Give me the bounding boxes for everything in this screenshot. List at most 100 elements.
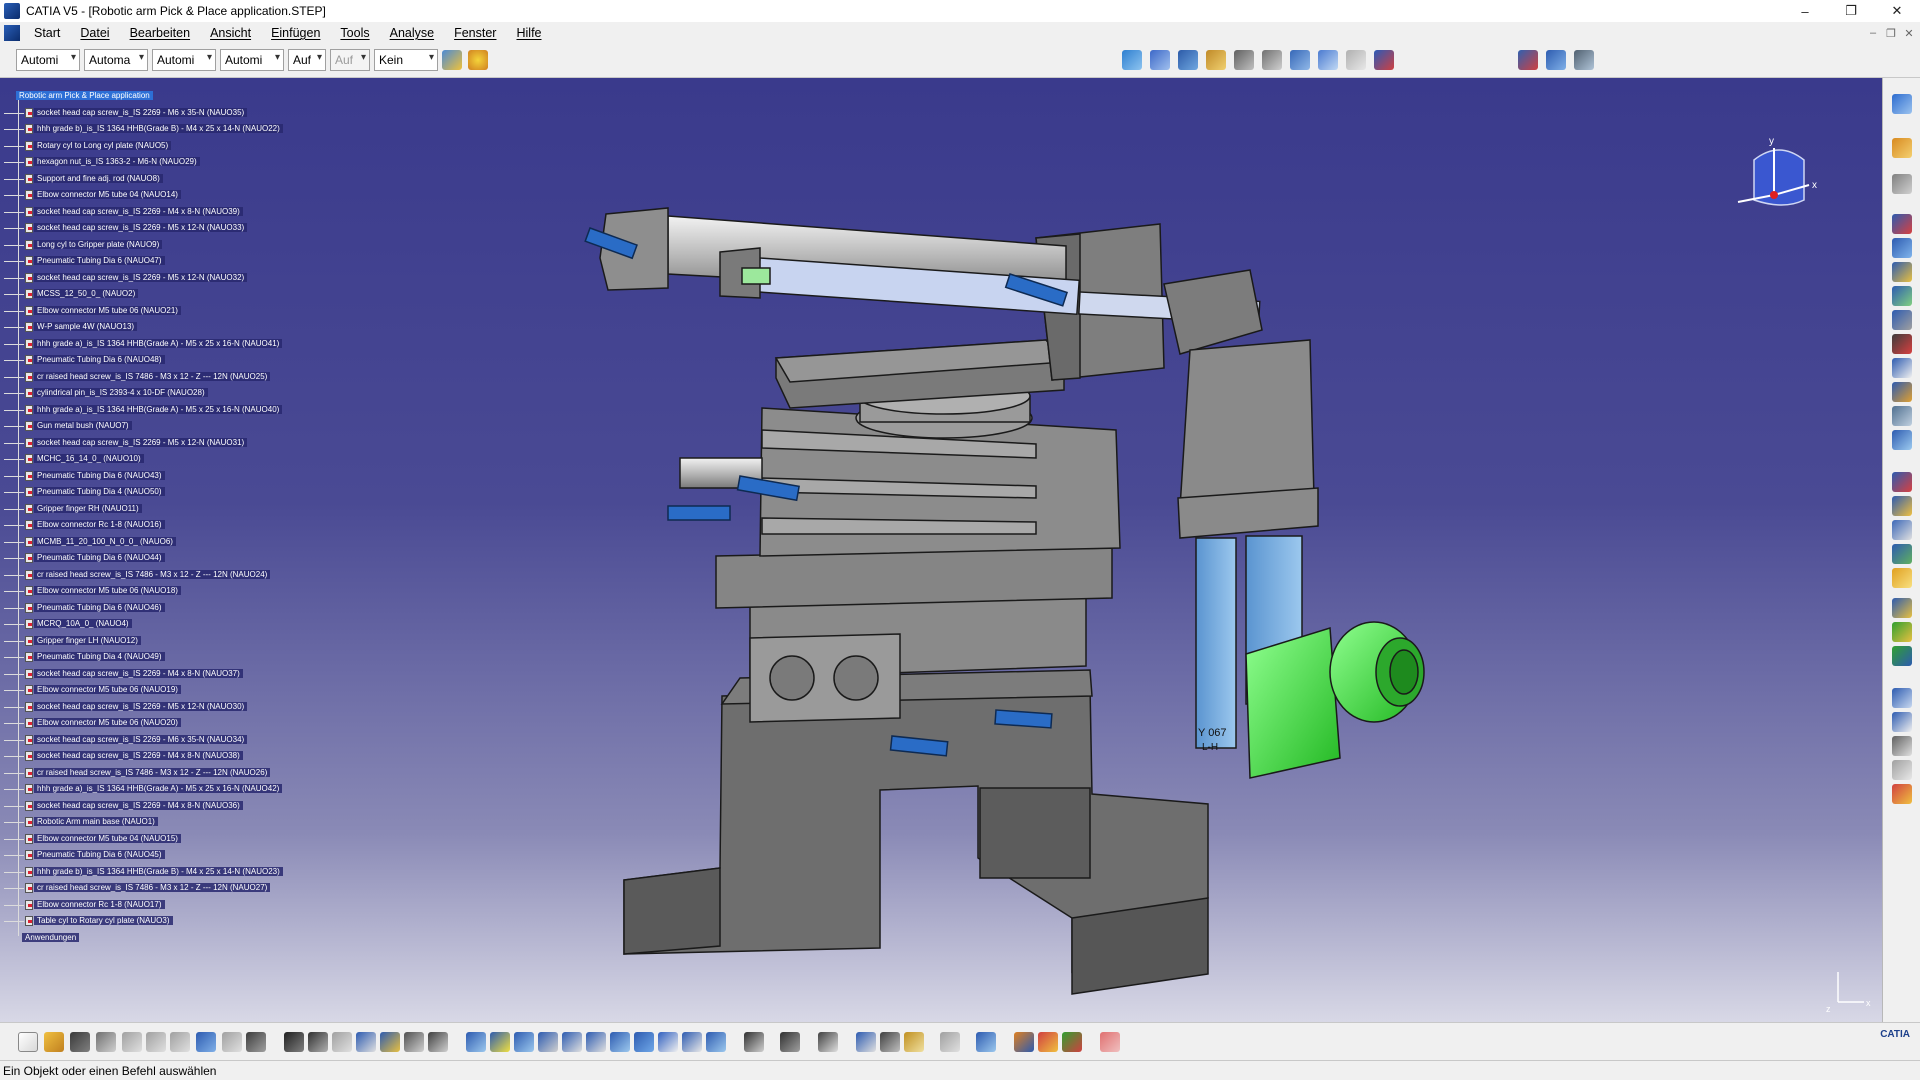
fly-mode-icon[interactable] (466, 1032, 486, 1052)
comment-icon[interactable] (308, 1032, 328, 1052)
measure-item-icon[interactable] (880, 1032, 900, 1052)
menu-ansicht[interactable]: Ansicht (200, 23, 261, 43)
flag-note-icon[interactable] (1892, 736, 1912, 756)
bill-of-material-icon[interactable] (1574, 50, 1594, 70)
rotate-icon[interactable] (1206, 50, 1226, 70)
compass-widget[interactable]: y x (1724, 130, 1834, 230)
menu-datei[interactable]: Datei (70, 23, 119, 43)
catia-app-icon[interactable] (4, 3, 20, 19)
pencil-icon[interactable] (1262, 50, 1282, 70)
measure-icon[interactable] (1234, 50, 1254, 70)
new-component-icon[interactable] (1892, 214, 1912, 234)
menu-analyse[interactable]: Analyse (380, 23, 444, 43)
annotation-text-icon[interactable] (1892, 712, 1912, 732)
multi-instantiation-icon[interactable] (1892, 430, 1912, 450)
maximize-button[interactable]: ❐ (1828, 0, 1874, 22)
layer-combo[interactable]: Kein ▾ (374, 49, 438, 71)
assembly-workbench-icon[interactable] (1892, 94, 1912, 114)
camera-icon[interactable] (780, 1032, 800, 1052)
menu-hilfe[interactable]: Hilfe (506, 23, 551, 43)
contact-constraint-icon[interactable] (1892, 598, 1912, 618)
line-color-combo[interactable]: Automi ▾ (152, 49, 216, 71)
new-product-icon[interactable] (1892, 238, 1912, 258)
catalog-icon[interactable] (1374, 50, 1394, 70)
minimize-button[interactable]: – (1782, 0, 1828, 22)
capture-icon[interactable] (1290, 50, 1310, 70)
robotic-arm-model[interactable]: Y 067 L-H (0, 78, 1882, 1022)
sectioning-icon[interactable] (818, 1032, 838, 1052)
measure-between-icon[interactable] (856, 1032, 876, 1052)
print-icon[interactable] (96, 1032, 116, 1052)
select-icon[interactable] (1892, 138, 1912, 158)
shading-icon[interactable] (1122, 50, 1142, 70)
manage-representations-icon[interactable] (1892, 406, 1912, 426)
hide-show-icon[interactable] (682, 1032, 702, 1052)
transparency-combo[interactable]: Automa ▾ (84, 49, 148, 71)
menu-fenster[interactable]: Fenster (444, 23, 506, 43)
fit-all-in-icon[interactable] (490, 1032, 510, 1052)
enhanced-scene-icon[interactable] (1892, 784, 1912, 804)
analysis-icon[interactable] (1062, 1032, 1082, 1052)
menu-start[interactable]: Start (24, 23, 70, 43)
menu-bearbeiten[interactable]: Bearbeiten (120, 23, 200, 43)
snap-icon[interactable] (1892, 496, 1912, 516)
painter-icon[interactable] (442, 50, 462, 70)
assembly-constraint-icon[interactable] (1518, 50, 1538, 70)
reorder-icon[interactable] (1892, 334, 1912, 354)
line-thickness-combo[interactable]: Automi ▾ (220, 49, 284, 71)
new-file-icon[interactable] (18, 1032, 38, 1052)
angle-constraint-icon[interactable] (1892, 646, 1912, 666)
generate-numbering-icon[interactable] (1892, 358, 1912, 378)
fit-all-icon[interactable] (1150, 50, 1170, 70)
selective-load-icon[interactable] (1892, 382, 1912, 402)
close-button[interactable]: ✕ (1874, 0, 1920, 22)
pan-view-icon[interactable] (514, 1032, 534, 1052)
render-icon[interactable] (1038, 1032, 1058, 1052)
menu-einfuegen[interactable]: Einfügen (261, 23, 330, 43)
doc-restore-button[interactable]: ❐ (1882, 22, 1900, 44)
coincidence-constraint-icon[interactable] (1892, 568, 1912, 588)
open-folder-icon[interactable] (44, 1032, 64, 1052)
select-trap-icon[interactable] (1892, 174, 1912, 194)
save-icon[interactable] (70, 1032, 90, 1052)
product-structure-icon[interactable] (1546, 50, 1566, 70)
replace-component-icon[interactable] (1892, 310, 1912, 330)
catalog-browser-icon[interactable] (976, 1032, 996, 1052)
doc-minimize-button[interactable]: – (1864, 22, 1882, 44)
line-type-combo[interactable]: Auf ▾ (288, 49, 326, 71)
swap-space-icon[interactable] (706, 1032, 726, 1052)
explode-icon[interactable] (1892, 520, 1912, 540)
document-icon[interactable] (4, 25, 20, 41)
quick-view-icon[interactable] (634, 1032, 654, 1052)
new-part-icon[interactable] (1892, 262, 1912, 282)
rotate-view-icon[interactable] (538, 1032, 558, 1052)
3d-viewport[interactable]: Robotic arm Pick & Place application soc… (0, 78, 1882, 1022)
table-icon[interactable] (356, 1032, 376, 1052)
pan-icon[interactable] (1178, 50, 1198, 70)
material-icon[interactable] (468, 50, 488, 70)
clash-icon[interactable] (1892, 544, 1912, 564)
dotted-grid-icon[interactable] (1100, 1032, 1120, 1052)
copy-icon (146, 1032, 166, 1052)
fix-component-icon[interactable] (1892, 688, 1912, 708)
formula-icon[interactable] (284, 1032, 304, 1052)
normal-view-icon[interactable] (610, 1032, 630, 1052)
tree-expand-icon[interactable] (380, 1032, 400, 1052)
apply-material-icon[interactable] (1014, 1032, 1034, 1052)
fill-color-combo[interactable]: Automi ▾ (16, 49, 80, 71)
menu-tools[interactable]: Tools (330, 23, 379, 43)
shading-mode-icon[interactable] (658, 1032, 678, 1052)
grid-icon[interactable] (744, 1032, 764, 1052)
doc-close-button[interactable]: ✕ (1900, 22, 1918, 44)
manipulation-icon[interactable] (1892, 472, 1912, 492)
zoom-in-icon[interactable] (562, 1032, 582, 1052)
offset-constraint-icon[interactable] (1892, 622, 1912, 642)
sensor-icon[interactable] (428, 1032, 448, 1052)
measure-inertia-icon[interactable] (904, 1032, 924, 1052)
links-icon[interactable] (1318, 50, 1338, 70)
lock-icon[interactable] (404, 1032, 424, 1052)
existing-component-icon[interactable] (1892, 286, 1912, 306)
zoom-out-icon[interactable] (586, 1032, 606, 1052)
whats-this-icon[interactable] (246, 1032, 266, 1052)
undo-icon[interactable] (196, 1032, 216, 1052)
